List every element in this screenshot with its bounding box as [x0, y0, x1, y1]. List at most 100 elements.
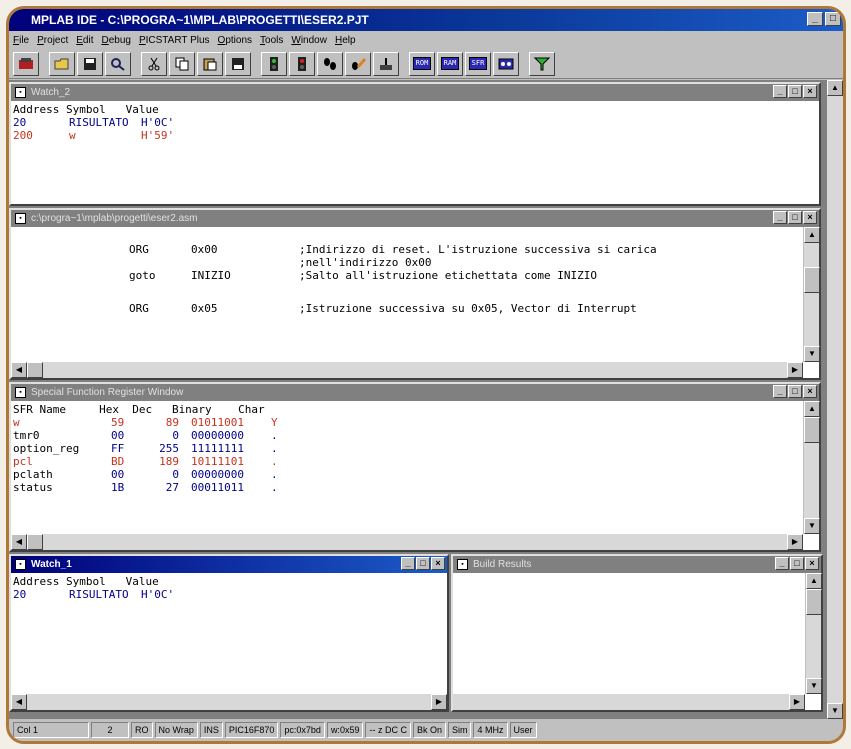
minimize-button[interactable]: _	[773, 385, 787, 398]
scroll-left-icon[interactable]: ◀	[11, 534, 27, 550]
find-button[interactable]	[105, 51, 131, 76]
scroll-right-icon[interactable]: ▶	[431, 694, 447, 710]
close-button[interactable]: ×	[803, 385, 817, 398]
copy-button[interactable]	[169, 51, 195, 76]
program-memory-button[interactable]: ROM	[409, 51, 435, 76]
menu-tools[interactable]: Tools	[260, 35, 283, 46]
paste-button[interactable]	[197, 51, 223, 76]
maximize-button[interactable]: □	[788, 211, 802, 224]
halt-button[interactable]	[289, 51, 315, 76]
menu-options[interactable]: Options	[218, 35, 252, 46]
minimize-button[interactable]: _	[773, 211, 787, 224]
scroll-up-icon[interactable]: ▲	[806, 573, 822, 589]
scroll-down-icon[interactable]: ▼	[804, 518, 820, 534]
menu-help[interactable]: Help	[335, 35, 356, 46]
scroll-down-icon[interactable]: ▼	[804, 346, 820, 362]
sfr-binary: 00011011	[191, 481, 244, 494]
maximize-button[interactable]: □	[825, 12, 841, 26]
sfr-name: option_reg	[13, 442, 80, 455]
save-button[interactable]	[77, 51, 103, 76]
table-row[interactable]: 200 w H'59'	[13, 129, 817, 142]
window-menu-icon[interactable]: ▪	[15, 213, 26, 224]
table-row[interactable]: 20 RISULTATO H'0C'	[13, 116, 817, 129]
close-button[interactable]: ×	[803, 85, 817, 98]
reset-button[interactable]	[373, 51, 399, 76]
minimize-button[interactable]: _	[775, 557, 789, 570]
scroll-thumb[interactable]	[27, 362, 43, 378]
table-row[interactable]: 20 RISULTATO H'0C'	[13, 588, 445, 601]
horizontal-scrollbar[interactable]: ◀ ▶	[11, 534, 803, 550]
watch-button[interactable]	[493, 51, 519, 76]
scroll-thumb[interactable]	[804, 267, 820, 293]
menu-project[interactable]: Project	[37, 35, 68, 46]
scroll-thumb[interactable]	[27, 534, 43, 550]
maximize-button[interactable]: □	[788, 85, 802, 98]
file-registers-button[interactable]: RAM	[437, 51, 463, 76]
scroll-thumb[interactable]	[804, 417, 820, 443]
menu-debug[interactable]: Debug	[101, 35, 130, 46]
window-menu-icon[interactable]: ▪	[15, 387, 26, 398]
run-button[interactable]	[261, 51, 287, 76]
close-button[interactable]: ×	[431, 557, 445, 570]
sfr-name: pcl	[13, 455, 33, 468]
sfr-name: tmr0	[13, 429, 40, 442]
magnifier-icon	[111, 57, 125, 71]
scroll-right-icon[interactable]: ▶	[789, 694, 805, 710]
menu-picstart-plus[interactable]: PICSTART Plus	[139, 35, 210, 46]
sfr-dec: 0	[172, 468, 179, 481]
sfr-row-w[interactable]: w 59 89 01011001 Y	[13, 416, 817, 429]
open-file-button[interactable]	[49, 51, 75, 76]
step-button[interactable]	[317, 51, 343, 76]
sfr-name: status	[13, 481, 53, 494]
sfr-dec: 89	[165, 416, 179, 429]
horizontal-scrollbar[interactable]: ▶	[453, 694, 805, 710]
cut-button[interactable]	[141, 51, 167, 76]
status-readonly: RO	[131, 722, 153, 738]
scroll-right-icon[interactable]: ▶	[787, 362, 803, 378]
sfr-dec: 0	[172, 429, 179, 442]
vertical-scrollbar[interactable]: ▲ ▼	[803, 227, 820, 362]
step-over-button[interactable]	[345, 51, 371, 76]
scroll-down-icon[interactable]: ▼	[827, 703, 843, 719]
scroll-up-icon[interactable]: ▲	[827, 80, 843, 96]
scroll-up-icon[interactable]: ▲	[804, 227, 820, 243]
vertical-scrollbar[interactable]: ▲ ▼	[805, 573, 822, 694]
maximize-button[interactable]: □	[788, 385, 802, 398]
vertical-scrollbar[interactable]: ▲ ▼	[803, 401, 820, 534]
sfr-row-option-reg[interactable]: option_reg FF 255 11111111.	[13, 442, 817, 455]
horizontal-scrollbar[interactable]: ◀ ▶	[11, 694, 447, 710]
horizontal-scrollbar[interactable]: ◀ ▶	[11, 362, 803, 378]
sfr-row-status[interactable]: status 1B 27 00011011.	[13, 481, 817, 494]
maximize-button[interactable]: □	[790, 557, 804, 570]
menu-file[interactable]: File	[13, 35, 29, 46]
scroll-down-icon[interactable]: ▼	[806, 678, 822, 694]
sfr-hex: 00	[111, 468, 125, 481]
sfr-row-pcl[interactable]: pcl BD 189 10111101.	[13, 455, 817, 468]
window-menu-icon[interactable]: ▪	[15, 87, 26, 98]
minimize-button[interactable]: _	[807, 12, 823, 26]
sfr-row-tmr0[interactable]: tmr0 00 0 00000000.	[13, 429, 817, 442]
minimize-button[interactable]: _	[773, 85, 787, 98]
sfr-button[interactable]: SFR	[465, 51, 491, 76]
scroll-right-icon[interactable]: ▶	[787, 534, 803, 550]
menu-window[interactable]: Window	[291, 35, 327, 46]
close-button[interactable]: ×	[803, 211, 817, 224]
minimize-button[interactable]: _	[401, 557, 415, 570]
maximize-button[interactable]: □	[416, 557, 430, 570]
window-menu-icon[interactable]: ▪	[457, 559, 468, 570]
scroll-thumb[interactable]	[806, 589, 822, 615]
save-all-button[interactable]	[225, 51, 251, 76]
glasses-icon	[498, 58, 514, 69]
toolbar: ROM RAM SFR	[9, 49, 843, 79]
workspace-scrollbar[interactable]: ▲ ▼	[827, 80, 843, 719]
scroll-left-icon[interactable]: ◀	[11, 694, 27, 710]
code-editor[interactable]: ORG 0x00 ;Indirizzo di reset. L'istruzione…	[11, 227, 819, 315]
close-button[interactable]: ×	[805, 557, 819, 570]
scroll-up-icon[interactable]: ▲	[804, 401, 820, 417]
filter-button[interactable]	[529, 51, 555, 76]
menu-edit[interactable]: Edit	[76, 35, 93, 46]
project-button[interactable]	[13, 51, 39, 76]
window-menu-icon[interactable]: ▪	[15, 559, 26, 570]
scroll-left-icon[interactable]: ◀	[11, 362, 27, 378]
sfr-row-pclath[interactable]: pclath 00 0 00000000.	[13, 468, 817, 481]
